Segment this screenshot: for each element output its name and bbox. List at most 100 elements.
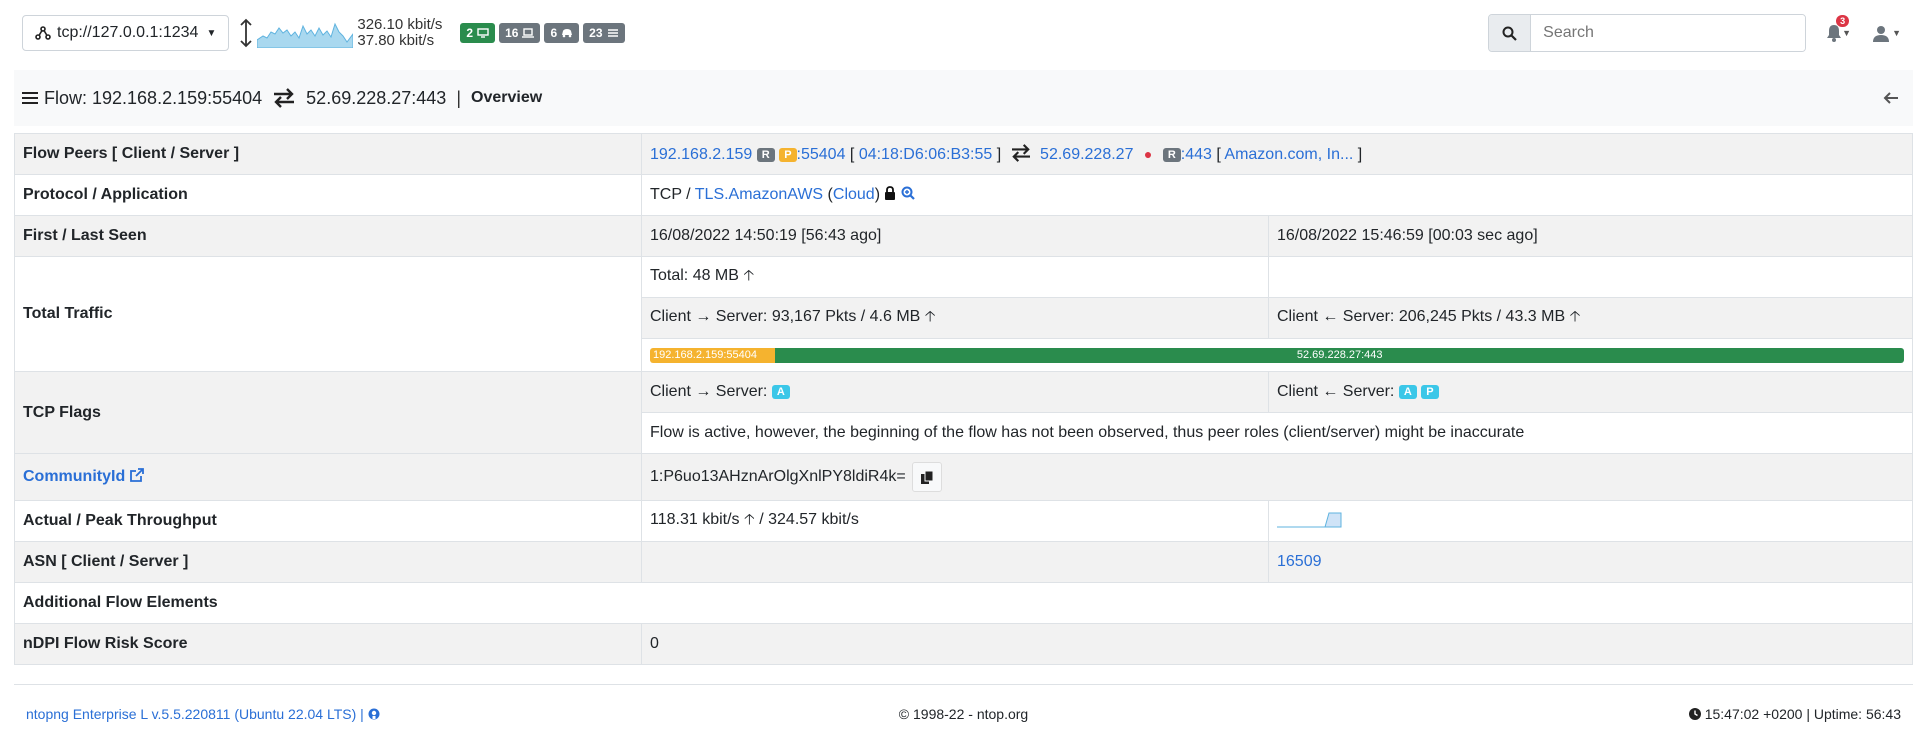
flows-badge[interactable]: 23 <box>583 23 625 43</box>
github-icon[interactable] <box>368 708 380 720</box>
client-ip-link[interactable]: 192.168.2.159 <box>650 146 752 163</box>
table-row: nDPI Flow Risk Score 0 <box>14 623 1913 665</box>
community-id-link[interactable]: CommunityId <box>23 468 125 485</box>
client-traffic-segment: 192.168.2.159:55404 <box>650 347 776 363</box>
table-row: Additional Flow Elements <box>14 582 1913 624</box>
community-id-label: CommunityId <box>14 453 642 501</box>
last-seen: 16/08/2022 15:46:59 [00:03 sec ago] <box>1268 215 1913 257</box>
alert-count-badge: 3 <box>1836 15 1850 27</box>
category-link[interactable]: Cloud <box>833 186 875 203</box>
arrow-left-icon[interactable] <box>1883 91 1899 105</box>
arrow-up-icon: 🡡 <box>1569 307 1581 325</box>
exchange-icon <box>274 88 295 108</box>
external-link-icon[interactable] <box>129 468 144 482</box>
protocol-label: Protocol / Application <box>14 174 642 216</box>
client-mac-link[interactable]: 04:18:D6:06:B3:55 <box>859 146 992 163</box>
clock-icon <box>1688 707 1701 720</box>
header-separator: | <box>456 87 461 108</box>
table-row: CommunityId 1:P6uo13AHznArOlgXnlPY8ldiR4… <box>14 453 1913 501</box>
devices-badge[interactable]: 6 <box>544 23 580 43</box>
l4-protocol: TCP / <box>650 186 691 203</box>
server-port-link[interactable]: :443 <box>1181 146 1212 163</box>
remote-tag: R <box>756 148 775 162</box>
alerts-menu[interactable]: 3 ▼ <box>1826 15 1852 42</box>
network-icon <box>35 26 51 40</box>
total-traffic-value: Total: 48 MB <box>650 266 739 284</box>
interface-name: tcp://127.0.0.1:1234 <box>57 24 199 41</box>
badge-count: 16 <box>505 26 519 40</box>
arrow-up-icon: 🡡 <box>744 510 755 528</box>
flag-ack-tag: A <box>1398 385 1417 399</box>
throughput-value: 118.31 kbit/s 🡡 / 324.57 kbit/s <box>641 500 1269 542</box>
total-traffic: Total: 48 MB 🡡 <box>641 256 1269 298</box>
user-icon <box>1873 25 1890 42</box>
srv2cli-traffic: Client ← Server: 206,245 Pkts / 43.3 MB … <box>1268 297 1913 339</box>
arrow-up-icon: 🡡 <box>743 266 755 284</box>
laptop-icon <box>522 28 535 38</box>
interface-selector[interactable]: tcp://127.0.0.1:1234 ▼ <box>22 15 230 51</box>
chevron-down-icon: ▼ <box>1842 28 1852 38</box>
rate-down: 37.80 kbit/s <box>357 32 435 49</box>
srv2cli-traffic-value: Client ← Server: 206,245 Pkts / 43.3 MB <box>1277 307 1566 325</box>
client-port-link[interactable]: :55404 <box>797 146 846 163</box>
throughput-sparkline-cell <box>1268 500 1913 542</box>
throughput-sparkline <box>1277 512 1342 527</box>
server-asn-number-link[interactable]: 16509 <box>1277 553 1322 570</box>
table-row: First / Last Seen 16/08/2022 14:50:19 [5… <box>14 215 1913 257</box>
peak-throughput: / 324.57 kbit/s <box>759 510 859 528</box>
clock-status: 15:47:02 +0200 | Uptime: 56:43 <box>1688 706 1901 722</box>
exchange-icon <box>1011 144 1030 162</box>
lock-icon <box>885 186 896 200</box>
version-text: ntopng Enterprise L v.5.5.220811 (Ubuntu… <box>26 705 364 722</box>
traffic-summary[interactable]: 326.10 kbit/s 37.80 kbit/s <box>239 17 442 49</box>
application-link[interactable]: TLS.AmazonAWS <box>695 186 823 203</box>
throughput-label: Actual / Peak Throughput <box>14 500 642 542</box>
table-row: Protocol / Application TCP / TLS.AmazonA… <box>14 174 1913 216</box>
hamburger-menu-icon[interactable] <box>22 91 38 105</box>
traffic-rates: 326.10 kbit/s 37.80 kbit/s <box>357 17 442 49</box>
cli2srv-flags: Client → Server: A <box>641 371 1269 413</box>
local-hosts-badge[interactable]: 2 <box>460 23 496 43</box>
user-menu[interactable]: ▼ <box>1873 25 1901 42</box>
traffic-label: Total Traffic <box>14 256 642 372</box>
hosts-badge[interactable]: 16 <box>499 23 541 43</box>
badge-count: 23 <box>589 26 603 40</box>
table-row: Total Traffic Total: 48 MB 🡡 <box>14 256 1913 372</box>
cli2srv-traffic-value: Client → Server: 93,167 Pkts / 4.6 MB <box>650 307 921 325</box>
srv2cli-flags: Client ← Server: A P <box>1268 371 1913 413</box>
peers-value: 192.168.2.159 R P:55404 [ 04:18:D6:06:B3… <box>641 133 1913 175</box>
tab-overview[interactable]: Overview <box>471 89 542 107</box>
rate-up: 326.10 kbit/s <box>357 16 443 33</box>
empty-cell <box>1268 256 1913 298</box>
srv2cli-flags-label: Client ← Server: <box>1277 383 1395 400</box>
server-asn: 16509 <box>1268 541 1913 583</box>
flow-title: Flow: 192.168.2.159:55404 <box>44 87 263 108</box>
risk-score-value: 0 <box>641 623 1913 665</box>
server-ip-link[interactable]: 52.69.228.27 <box>1040 146 1133 163</box>
search-plus-icon[interactable] <box>901 186 915 200</box>
server-traffic-segment: 52.69.228.27:443 <box>775 347 1904 363</box>
flag-ack-tag: A <box>771 385 790 399</box>
arrow-up-icon: 🡡 <box>924 307 936 325</box>
flow-server: 52.69.228.27:443 <box>306 87 447 108</box>
search-input[interactable] <box>1531 15 1806 51</box>
traffic-ratio-bar: 192.168.2.159:55404 52.69.228.27:443 <box>650 347 1904 363</box>
search-button[interactable] <box>1489 15 1532 51</box>
protocol-value: TCP / TLS.AmazonAWS (Cloud) <box>641 174 1913 216</box>
host-badges: 2 16 6 23 <box>460 23 625 43</box>
asn-label: ASN [ Client / Server ] <box>14 541 642 583</box>
search-icon <box>1502 26 1517 41</box>
badge-count: 6 <box>550 26 558 40</box>
search-box <box>1488 14 1807 52</box>
version-info[interactable]: ntopng Enterprise L v.5.5.220811 (Ubuntu… <box>26 706 380 722</box>
flow-details-table: Flow Peers [ Client / Server ] 192.168.2… <box>14 133 1913 665</box>
chevron-down-icon: ▼ <box>1892 28 1901 38</box>
first-seen: 16/08/2022 14:50:19 [56:43 ago] <box>641 215 1269 257</box>
table-row: TCP Flags Client → Server: A Client ← Se… <box>14 371 1913 454</box>
server-asn-link[interactable]: Amazon.com, In... <box>1224 146 1353 163</box>
up-down-arrow-icon <box>240 18 252 48</box>
copy-button[interactable] <box>912 462 943 492</box>
badge-count: 2 <box>466 26 474 40</box>
tcp-flags-label: TCP Flags <box>14 371 642 454</box>
chevron-down-icon: ▼ <box>206 27 217 39</box>
